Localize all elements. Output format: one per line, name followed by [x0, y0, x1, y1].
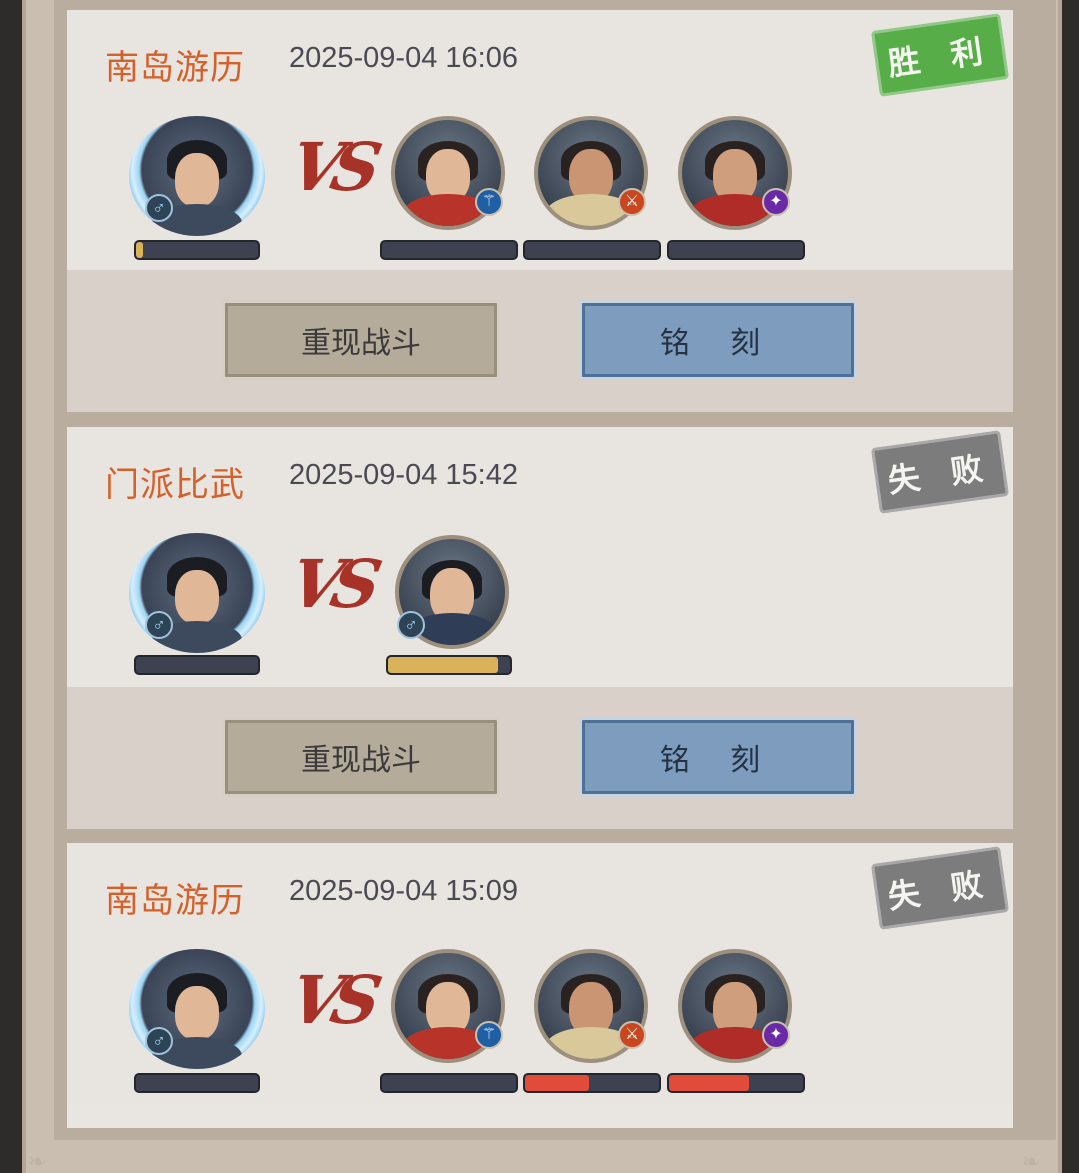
- purple-staff-icon: ✦: [762, 188, 790, 216]
- purple-staff-icon: ✦: [762, 1021, 790, 1049]
- orange-blade-icon: ⚔: [618, 1021, 646, 1049]
- battle-actions: 重现战斗 铭 刻: [67, 687, 1013, 829]
- opponent-hp-bar: [667, 240, 805, 260]
- result-stamp-lose: 失 败: [871, 846, 1009, 930]
- engrave-button[interactable]: 铭 刻: [579, 300, 857, 380]
- vs-emblem: VS: [283, 961, 379, 1039]
- engrave-button[interactable]: 铭 刻: [579, 717, 857, 797]
- opponent-hp-bar: [380, 240, 518, 260]
- male-icon: ♂: [145, 611, 173, 639]
- battle-record-card: 门派比武 2025-09-04 15:42 失 败 ♂ VS ♂ 重现战斗 铭 …: [67, 427, 1013, 829]
- opponent-hp-bar: [523, 240, 661, 260]
- vs-emblem: VS: [283, 128, 379, 206]
- battle-summary: 门派比武 2025-09-04 15:42 失 败 ♂ VS ♂: [67, 427, 1013, 687]
- hp-fill: [669, 1075, 750, 1091]
- player-hp-bar: [134, 1073, 260, 1093]
- battle-record-card: 南岛游历 2025-09-04 16:06 胜 利 ♂ VS ⚚ ⚔ ✦ 重现战…: [67, 10, 1013, 412]
- mode-title: 南岛游历: [105, 49, 245, 87]
- blue-trident-icon: ⚚: [475, 188, 503, 216]
- battle-record-card: 南岛游历 2025-09-04 15:09 失 败 ♂ VS ⚚ ⚔ ✦: [67, 843, 1013, 1128]
- replay-battle-button[interactable]: 重现战斗: [222, 300, 500, 380]
- male-icon: ♂: [145, 194, 173, 222]
- battle-time: 2025-09-04 16:06: [289, 42, 518, 74]
- battle-time: 2025-09-04 15:42: [289, 459, 518, 491]
- hp-fill: [136, 242, 144, 258]
- blue-trident-icon: ⚚: [475, 1021, 503, 1049]
- hp-fill: [525, 1075, 590, 1091]
- battle-summary: 南岛游历 2025-09-04 16:06 胜 利 ♂ VS ⚚ ⚔ ✦: [67, 10, 1013, 270]
- battle-actions: 重现战斗 铭 刻: [67, 270, 1013, 412]
- opponent-hp-bar: [380, 1073, 518, 1093]
- male-icon: ♂: [397, 611, 425, 639]
- replay-battle-button[interactable]: 重现战斗: [222, 717, 500, 797]
- opponent-hp-bar: [386, 655, 512, 675]
- hp-fill: [388, 657, 498, 673]
- corner-ornament: ❧: [28, 1149, 47, 1173]
- battle-summary: 南岛游历 2025-09-04 15:09 失 败 ♂ VS ⚚ ⚔ ✦: [67, 843, 1013, 1103]
- male-icon: ♂: [145, 1027, 173, 1055]
- result-stamp-win: 胜 利: [871, 13, 1009, 97]
- vs-emblem: VS: [283, 545, 379, 623]
- opponent-hp-bar: [523, 1073, 661, 1093]
- opponent-hp-bar: [667, 1073, 805, 1093]
- corner-ornament: ❧: [1022, 1149, 1041, 1173]
- player-hp-bar: [134, 655, 260, 675]
- player-hp-bar: [134, 240, 260, 260]
- orange-blade-icon: ⚔: [618, 188, 646, 216]
- mode-title: 门派比武: [105, 466, 245, 504]
- result-stamp-lose: 失 败: [871, 430, 1009, 514]
- battle-time: 2025-09-04 15:09: [289, 875, 518, 907]
- mode-title: 南岛游历: [105, 882, 245, 920]
